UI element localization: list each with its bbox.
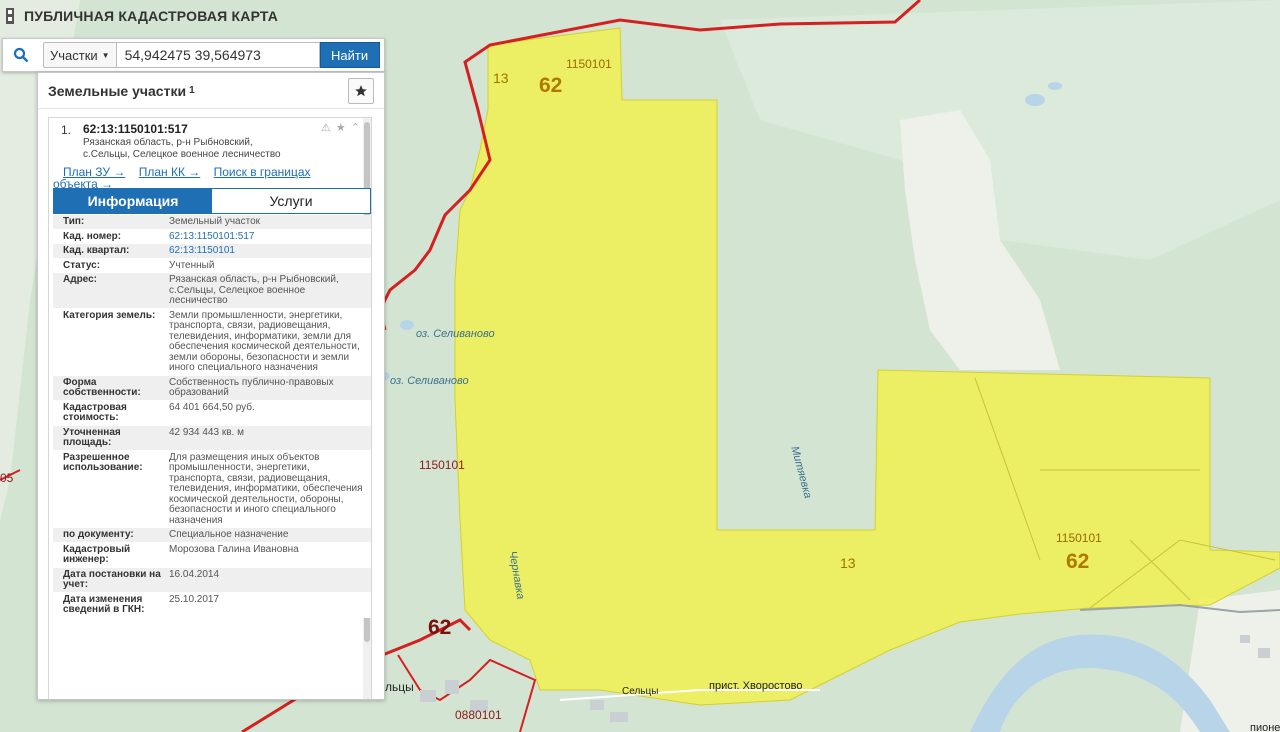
info-row: Категория земель: Земли промышленности, э… [53,308,371,376]
info-key: Форма собственности: [63,376,141,398]
card-tools: ⚠ ★ ⌃ [321,121,361,134]
card-links: План ЗУ → План КК → Поиск в границах объ… [49,160,371,190]
info-row: Дата изменения сведений в ГКН: 25.10.2017 [53,592,371,618]
info-row: Кад. номер: 62:13:1150101:517 [53,229,371,244]
map-label-quarter: 1150101 [1056,531,1102,545]
plan-kk-link[interactable]: План КК → [139,165,201,179]
info-value: Морозова Галина Ивановна [169,543,299,555]
search-input[interactable] [116,42,320,68]
app-header: ПУБЛИЧНАЯ КАДАСТРОВАЯ КАРТА [0,0,300,32]
info-table: Тип: Земельный участок Кад. номер: 62:13:11… [53,215,371,618]
results-panel: Земельные участки 1 1. 62:13:1150101:517… [37,72,385,700]
result-address-line: с.Сельцы, Селецкое военное лесничество [83,149,281,160]
map-label-place: льцы [385,680,414,694]
info-value: 16.04.2014 [169,568,220,580]
info-key: Дата постановки на учет: [63,568,161,590]
map-label-code: 13 [493,70,509,86]
info-key: Адрес: [63,274,97,285]
map-label-quarter: 1150101 [566,57,612,71]
search-icon [13,47,29,63]
star-icon[interactable]: ★ [336,122,347,134]
map-label-quarter: 1150101 [419,458,465,472]
result-address-line: Рязанская область, р-н Рыбновский, [83,137,253,148]
info-row: Тип: Земельный участок [53,215,371,230]
favorite-button[interactable] [348,78,374,104]
search-toggle-button[interactable] [3,39,39,71]
info-row: Кадастровая стоимость: 64 401 664,50 руб. [53,400,371,426]
result-header: 1. 62:13:1150101:517 Рязанская область, … [49,118,371,160]
info-key: Дата изменения сведений в ГКН: [63,593,145,615]
result-index: 1. [61,123,72,137]
lake-icon [1025,94,1045,106]
object-type-label: Участки [50,47,98,63]
map-label-place: пионе [1250,722,1280,732]
warning-icon[interactable]: ⚠ [321,122,332,134]
info-key: Тип: [63,216,85,227]
lake-icon [1048,82,1062,90]
result-card: 1. 62:13:1150101:517 Рязанская область, … [48,117,372,699]
map-label-code: 13 [840,555,856,571]
info-row: Адрес: Рязанская область, р-н Рыбновский,… [53,273,371,309]
chevron-up-icon[interactable]: ⌃ [351,122,361,134]
map-label-place: Сельцы [622,686,659,697]
info-key: Кад. квартал: [63,245,130,256]
find-button[interactable]: Найти [319,42,380,68]
cadastre-logo-icon [6,8,14,24]
info-value: Земли промышленности, энергетики, трансп… [169,309,360,373]
panel-header: Земельные участки 1 [38,73,384,109]
info-row: Форма собственности: Собственность публич… [53,375,371,401]
info-value: Рязанская область, р-н Рыбновский, с.Сел… [169,274,339,306]
map-label-lake: оз. Селиваново [390,375,469,387]
map-label-region: 62 [539,74,563,97]
search-in-bounds-link[interactable]: Поиск в границах [214,165,311,179]
search-bar: Участки ▼ Найти [2,38,385,72]
map-label-lake: оз. Селиваново [416,328,495,340]
info-value: 42 934 443 кв. м [169,426,244,438]
chevron-down-icon: ▼ [101,50,110,60]
map-label-edge: 05 [0,471,14,485]
info-row: Уточненная площадь: 42 934 443 кв. м [53,425,371,451]
map-label-region: 62 [1066,550,1090,573]
info-value: Собственность публично-правовых образова… [169,376,334,398]
info-row: Кадастровый инженер: Морозова Галина Иван… [53,542,371,568]
info-key: Уточненная площадь: [63,426,121,448]
info-row: Разрешенное использование: Для размещения… [53,450,371,528]
info-value: Специальное назначение [169,529,289,540]
info-key: Кадастровая стоимость: [63,401,127,423]
info-value: Для размещения иных объектов промышленно… [169,451,363,526]
star-icon [355,85,367,97]
lake-icon [400,320,414,330]
info-key: Категория земель: [63,309,156,321]
info-value: Земельный участок [169,216,261,227]
panel-title: Земельные участки [48,82,187,99]
info-key: по документу: [63,529,134,540]
map-label-place: прист. Хворостово [709,680,803,692]
tab-info[interactable]: Информация [54,189,212,213]
object-type-select[interactable]: Участки ▼ [43,42,117,68]
info-value: 64 401 664,50 руб. [169,401,255,413]
map-label-quarter: 0880101 [455,708,502,722]
info-row: Кад. квартал: 62:13:1150101 [53,244,371,259]
app-title: ПУБЛИЧНАЯ КАДАСТРОВАЯ КАРТА [24,8,279,24]
info-key: Кадастровый инженер: [63,543,131,565]
info-value: Учтенный [169,259,215,271]
info-row: Дата постановки на учет: 16.04.2014 [53,567,371,593]
info-value[interactable]: 62:13:1150101 [169,244,371,258]
info-key: Кад. номер: [63,230,122,242]
tab-services[interactable]: Услуги [212,189,370,213]
info-row: по документу: Специальное назначение [53,528,371,543]
info-key: Разрешенное использование: [63,451,143,473]
info-value: 25.10.2017 [169,593,220,605]
info-key: Статус: [63,259,101,271]
map-label-region: 62 [428,616,452,639]
card-tabs: Информация Услуги [53,188,371,214]
info-row: Статус: Учтенный [53,258,371,273]
info-value[interactable]: 62:13:1150101:517 [169,230,371,244]
results-count: 1 [189,85,195,96]
